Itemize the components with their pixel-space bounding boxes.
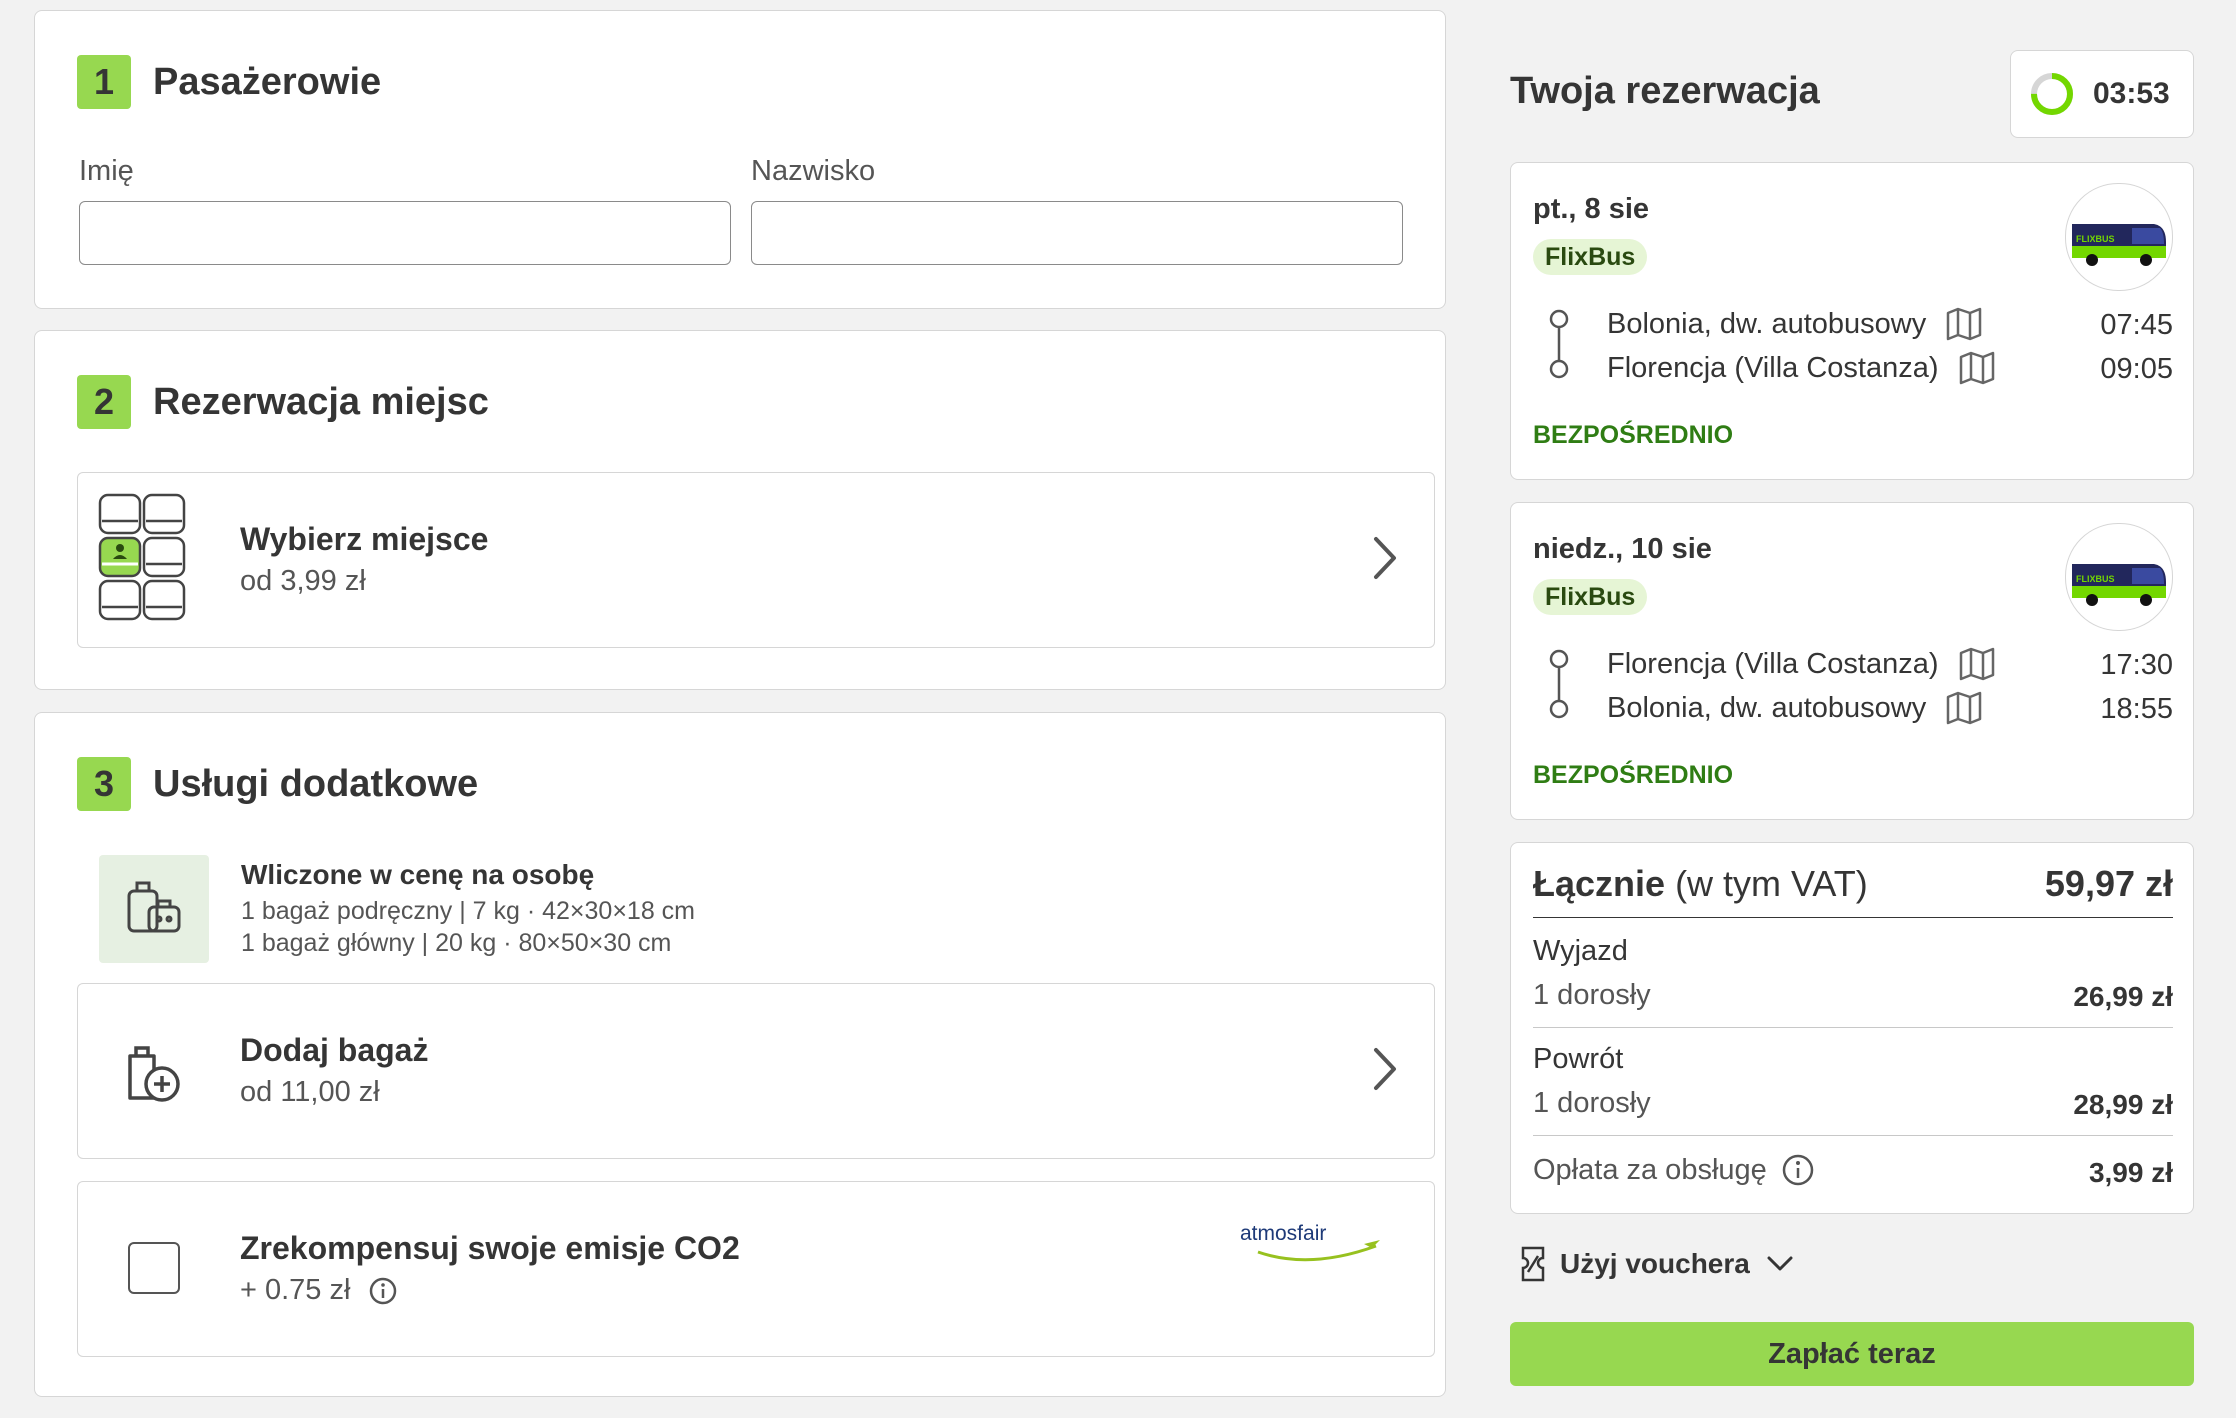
direct-label: BEZPOŚREDNIO	[1533, 761, 1734, 789]
trip-date: pt., 8 sie	[1533, 193, 1650, 225]
arrival-stop-name: Bolonia, dw. autobusowy	[1607, 691, 1927, 724]
arrival-stop: Bolonia, dw. autobusowy	[1607, 691, 1982, 725]
departure-stop: Bolonia, dw. autobusowy	[1607, 307, 1982, 341]
brand-badge: FlixBus	[1533, 239, 1648, 275]
arrival-time: 18:55	[2100, 693, 2173, 725]
first-name-input[interactable]	[79, 201, 731, 265]
arrival-time: 09:05	[2100, 353, 2173, 385]
step-number: 2	[77, 375, 131, 429]
included-title: Wliczone w cenę na osobę	[241, 859, 595, 890]
chevron-right-icon	[1372, 535, 1398, 586]
voucher-icon	[1520, 1246, 1546, 1282]
seat-map-icon	[98, 493, 188, 628]
last-name-input[interactable]	[751, 201, 1403, 265]
seats-heading: 2 Rezerwacja miejsc	[77, 375, 489, 429]
add-luggage-icon	[122, 1042, 184, 1109]
divider	[1533, 1027, 2173, 1028]
map-icon[interactable]	[1959, 647, 1995, 681]
last-name-label: Nazwisko	[751, 155, 876, 187]
brand-badge: FlixBus	[1533, 579, 1648, 615]
return-label: Powrót	[1533, 1043, 1624, 1075]
passengers-heading: 1 Pasażerowie	[77, 55, 381, 109]
choose-seat-title: Wybierz miejsce	[240, 521, 489, 557]
total-price: 59,97 zł	[2044, 863, 2173, 904]
divider	[1533, 917, 2173, 918]
pay-now-button[interactable]: Zapłać teraz	[1510, 1322, 2194, 1386]
return-price: 28,99 zł	[2073, 1089, 2173, 1120]
departure-time: 07:45	[2100, 309, 2173, 341]
add-luggage-price: od 11,00 zł	[240, 1076, 380, 1108]
direct-label: BEZPOŚREDNIO	[1533, 421, 1734, 449]
info-icon[interactable]	[1781, 1153, 1815, 1187]
outbound-label: Wyjazd	[1533, 935, 1628, 967]
arrival-stop-name: Florencja (Villa Costanza)	[1607, 351, 1939, 384]
voucher-toggle[interactable]: Użyj vouchera	[1520, 1246, 1794, 1282]
included-main-luggage: 1 bagaż główny | 20 kg · 80×50×30 cm	[241, 929, 672, 957]
service-fee-price: 3,99 zł	[2088, 1157, 2173, 1188]
map-icon[interactable]	[1959, 351, 1995, 385]
reservation-timer: 03:53	[2010, 50, 2194, 138]
chevron-right-icon	[1372, 1046, 1398, 1097]
total-vat-note: (w tym VAT)	[1675, 863, 1868, 904]
luggage-icon	[125, 879, 185, 944]
total-label: Łącznie	[1533, 863, 1666, 904]
add-luggage-title: Dodaj bagaż	[240, 1032, 429, 1068]
co2-price-row: + 0.75 zł	[240, 1274, 398, 1307]
choose-seat-option[interactable]: Wybierz miejsce od 3,99 zł	[77, 472, 1435, 648]
departure-stop-name: Florencja (Villa Costanza)	[1607, 647, 1939, 680]
add-luggage-option[interactable]: Dodaj bagaż od 11,00 zł	[77, 983, 1435, 1159]
departure-stop-name: Bolonia, dw. autobusowy	[1607, 307, 1927, 340]
booking-summary-title: Twoja rezerwacja	[1510, 70, 1820, 112]
atmosfair-logo: atmosfair	[1240, 1222, 1390, 1272]
departure-stop: Florencja (Villa Costanza)	[1607, 647, 1995, 681]
choose-seat-price: od 3,99 zł	[240, 565, 366, 597]
info-icon[interactable]	[368, 1276, 398, 1306]
bus-icon: FLIXBUS	[2065, 523, 2173, 631]
departure-time: 17:30	[2100, 649, 2173, 681]
seat-reservation-card: 2 Rezerwacja miejsc Wybierz miejsce od 3…	[34, 330, 1446, 690]
co2-offset-option[interactable]: Zrekompensuj swoje emisje CO2 + 0.75 zł …	[77, 1181, 1435, 1357]
co2-title: Zrekompensuj swoje emisje CO2	[240, 1230, 740, 1266]
price-summary-card: Łącznie (w tym VAT) 59,97 zł Wyjazd 1 do…	[1510, 842, 2194, 1214]
bus-logo-text: FLIXBUS	[2076, 574, 2115, 584]
section-title: Rezerwacja miejsc	[153, 380, 489, 423]
service-fee-row: Opłata za obsługę	[1533, 1153, 2173, 1187]
bus-icon: FLIXBUS	[2065, 183, 2173, 291]
voucher-label: Użyj vouchera	[1560, 1248, 1750, 1279]
map-icon[interactable]	[1946, 691, 1982, 725]
extras-card: 3 Usługi dodatkowe Wliczone w cenę na os…	[34, 712, 1446, 1397]
included-luggage	[99, 855, 209, 963]
service-fee-label: Opłata za obsługę	[1533, 1153, 1767, 1186]
timer-ring-icon	[2029, 71, 2075, 117]
total-label-row: Łącznie (w tym VAT)	[1533, 863, 1868, 905]
map-icon[interactable]	[1946, 307, 1982, 341]
bus-logo-text: FLIXBUS	[2076, 234, 2115, 244]
timer-value: 03:53	[2093, 77, 2170, 110]
route-icon	[1547, 309, 1571, 384]
first-name-label: Imię	[79, 155, 134, 187]
co2-price: + 0.75 zł	[240, 1274, 351, 1306]
outbound-price: 26,99 zł	[2073, 981, 2173, 1012]
section-title: Pasażerowie	[153, 60, 382, 103]
trip-card-return: niedz., 10 sie FlixBus FLIXBUS Florencja…	[1510, 502, 2194, 820]
passengers-card: 1 Pasażerowie Imię Nazwisko	[34, 10, 1446, 309]
trip-card-outbound: pt., 8 sie FlixBus FLIXBUS Bolonia, dw. …	[1510, 162, 2194, 480]
included-hand-luggage: 1 bagaż podręczny | 7 kg · 42×30×18 cm	[241, 897, 696, 925]
section-title: Usługi dodatkowe	[153, 762, 479, 805]
divider	[1533, 1135, 2173, 1136]
arrival-stop: Florencja (Villa Costanza)	[1607, 351, 1995, 385]
chevron-down-icon	[1766, 1254, 1794, 1274]
route-icon	[1547, 649, 1571, 724]
step-number: 1	[77, 55, 131, 109]
co2-checkbox[interactable]	[128, 1242, 180, 1294]
step-number: 3	[77, 757, 131, 811]
extras-heading: 3 Usługi dodatkowe	[77, 757, 478, 811]
trip-date: niedz., 10 sie	[1533, 533, 1712, 565]
